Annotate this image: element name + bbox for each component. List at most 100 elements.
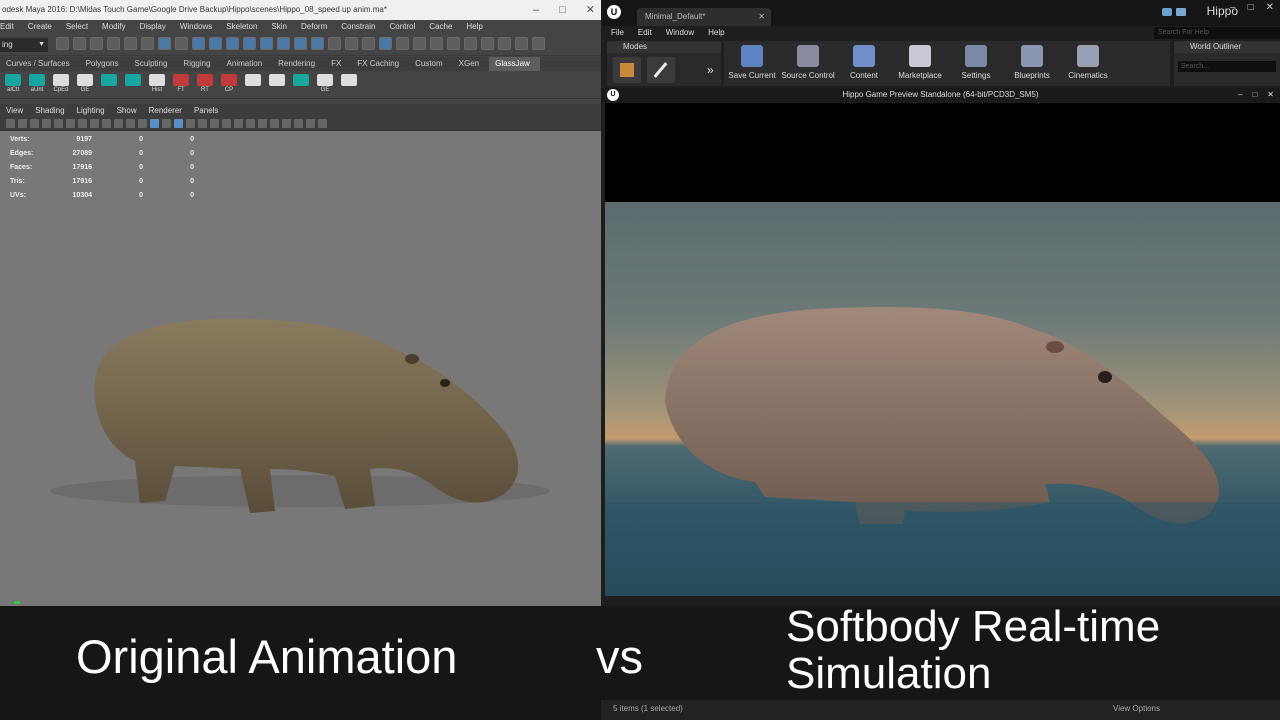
shadows-icon[interactable] — [198, 119, 207, 128]
source-control-button[interactable]: Source Control — [780, 41, 836, 86]
shelf-button-13[interactable] — [292, 74, 310, 96]
xray-joints-icon[interactable] — [270, 119, 279, 128]
menu-display[interactable]: Display — [140, 20, 166, 34]
menu-skin[interactable]: Skin — [271, 20, 287, 34]
mask-dynamics-icon[interactable] — [277, 37, 290, 50]
search-help-input[interactable]: Search For Help — [1154, 27, 1280, 39]
menu-constrain[interactable]: Constrain — [341, 20, 375, 34]
mask-rendering-icon[interactable] — [294, 37, 307, 50]
world-outliner-header[interactable]: World Outliner — [1174, 41, 1280, 53]
wireframe-icon[interactable] — [138, 119, 147, 128]
viewport-menu-panels[interactable]: Panels — [194, 104, 218, 117]
feedback-icon[interactable] — [1176, 8, 1186, 16]
view-options-button[interactable]: View Options — [1113, 700, 1160, 718]
blueprints-button[interactable]: Blueprints — [1004, 41, 1060, 86]
snap-curve-icon[interactable] — [362, 37, 375, 50]
shelf-button-rt[interactable]: RT — [196, 74, 214, 96]
menu-edit[interactable]: Edit — [0, 20, 14, 34]
redo-icon[interactable] — [124, 37, 137, 50]
maximize-icon[interactable]: □ — [559, 0, 566, 20]
menu-create[interactable]: Create — [28, 20, 52, 34]
shelf-button-ft[interactable]: FT — [172, 74, 190, 96]
motion-blur-icon[interactable] — [222, 119, 231, 128]
snap-view-icon[interactable] — [396, 37, 409, 50]
history-icon[interactable] — [430, 37, 443, 50]
menu-modify[interactable]: Modify — [102, 20, 126, 34]
select-object-icon[interactable] — [158, 37, 171, 50]
viewport-menu-view[interactable]: View — [6, 104, 23, 117]
shelf-button-11[interactable] — [244, 74, 262, 96]
anti-aliasing-icon[interactable] — [234, 119, 243, 128]
minimize-icon[interactable]: – — [1238, 88, 1242, 102]
viewport-menu-shading[interactable]: Shading — [35, 104, 64, 117]
close-icon[interactable]: ✕ — [586, 0, 595, 20]
modes-header[interactable]: Modes — [607, 41, 721, 53]
sidebar-toggle-icon[interactable] — [532, 37, 545, 50]
shelf-button-cp[interactable]: CP — [220, 74, 238, 96]
color-management-icon[interactable] — [318, 119, 327, 128]
shelf-tab-xgen[interactable]: XGen — [453, 57, 489, 71]
mask-joints-icon[interactable] — [209, 37, 222, 50]
marketplace-button[interactable]: Marketplace — [892, 41, 948, 86]
game-preview-viewport[interactable] — [605, 103, 1280, 596]
expand-modes-icon[interactable]: » — [707, 63, 714, 77]
shelf-tab-rigging[interactable]: Rigging — [177, 57, 220, 71]
shelf-tab-curves-surfaces[interactable]: Curves / Surfaces — [0, 57, 80, 71]
xray-icon[interactable] — [258, 119, 267, 128]
menu-skeleton[interactable]: Skeleton — [226, 20, 257, 34]
select-component-icon[interactable] — [175, 37, 188, 50]
save-scene-icon[interactable] — [90, 37, 103, 50]
settings-button[interactable]: Settings — [948, 41, 1004, 86]
viewport-menu-renderer[interactable]: Renderer — [149, 104, 182, 117]
snap-surface-icon[interactable] — [413, 37, 426, 50]
camera-select-icon[interactable] — [6, 119, 15, 128]
shelf-tab-sculpting[interactable]: Sculpting — [129, 57, 178, 71]
menu-set-select[interactable]: ing ▼ — [0, 38, 48, 52]
resolution-gate-icon[interactable] — [78, 119, 87, 128]
shelf-tab-animation[interactable]: Animation — [221, 57, 273, 71]
ue-menu-window[interactable]: Window — [666, 26, 694, 40]
menu-help[interactable]: Help — [466, 20, 482, 34]
outliner-search-input[interactable]: Search... — [1178, 61, 1276, 72]
grid-icon[interactable] — [54, 119, 63, 128]
exposure-icon[interactable] — [306, 119, 315, 128]
menu-deform[interactable]: Deform — [301, 20, 327, 34]
camera-attributes-icon[interactable] — [18, 119, 27, 128]
shelf-tab-polygons[interactable]: Polygons — [80, 57, 129, 71]
mask-handles-icon[interactable] — [192, 37, 205, 50]
backface-icon[interactable] — [282, 119, 291, 128]
place-mode-button[interactable] — [613, 57, 641, 83]
gamma-icon[interactable] — [294, 119, 303, 128]
shelf-button-6[interactable] — [124, 74, 142, 96]
render-settings-icon[interactable] — [498, 37, 511, 50]
shelf-tab-fx[interactable]: FX — [325, 57, 351, 71]
mask-curves-icon[interactable] — [226, 37, 239, 50]
mask-deformations-icon[interactable] — [260, 37, 273, 50]
shelf-tab-fx-caching[interactable]: FX Caching — [351, 57, 409, 71]
ue-menu-file[interactable]: File — [611, 26, 624, 40]
ue-menu-edit[interactable]: Edit — [638, 26, 652, 40]
minimize-icon[interactable]: – — [533, 0, 539, 20]
render-view-icon[interactable] — [447, 37, 460, 50]
menu-select[interactable]: Select — [66, 20, 88, 34]
field-chart-icon[interactable] — [102, 119, 111, 128]
shelf-button-aunt[interactable]: aUnt — [28, 74, 46, 96]
undo-icon[interactable] — [107, 37, 120, 50]
paint-mode-button[interactable] — [647, 57, 675, 83]
maximize-icon[interactable]: □ — [1252, 88, 1257, 102]
textured-icon[interactable] — [174, 119, 183, 128]
shelf-tab-custom[interactable]: Custom — [409, 57, 453, 71]
wireframe-on-shaded-icon[interactable] — [162, 119, 171, 128]
notification-icon[interactable] — [1162, 8, 1172, 16]
gate-mask-icon[interactable] — [90, 119, 99, 128]
snap-grid-icon[interactable] — [345, 37, 358, 50]
menu-cache[interactable]: Cache — [429, 20, 452, 34]
shelf-button-15[interactable] — [340, 74, 358, 96]
use-lights-icon[interactable] — [186, 119, 195, 128]
maya-viewport[interactable]: Verts: 9197 0 0 Edges: 27089 0 0 Faces: 17916 0 0… — [0, 131, 601, 606]
shelf-button-ge-2[interactable]: GE — [316, 74, 334, 96]
maximize-icon[interactable]: □ — [1248, 2, 1254, 13]
save-current-button[interactable]: Save Current — [724, 41, 780, 86]
film-gate-icon[interactable] — [66, 119, 75, 128]
menu-control[interactable]: Control — [389, 20, 415, 34]
